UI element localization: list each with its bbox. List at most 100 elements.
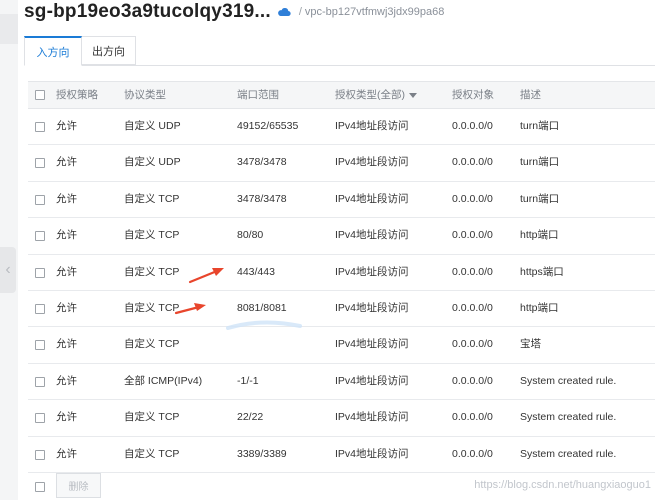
rule-port-range: 443/443: [237, 265, 275, 278]
table-body: 允许 自定义 UDP 49152/65535 IPv4地址段访问 0.0.0.0/0 tu…: [28, 109, 655, 473]
rule-auth-type: IPv4地址段访问: [335, 301, 409, 314]
rule-description: turn端口: [520, 156, 560, 169]
delete-label: 删除: [68, 482, 89, 493]
cloud-icon: [277, 8, 291, 17]
rule-port-range: -1/-1: [237, 374, 259, 387]
table-row: 允许 自定义 TCP 443/443 IPv4地址段访问 0.0.0.0/0 https端…: [28, 255, 655, 291]
rule-port-range: 22/22: [237, 411, 264, 424]
rule-policy: 允许: [56, 120, 77, 132]
rule-port-range: 80/80: [237, 229, 264, 242]
rule-description: http端口: [520, 229, 559, 242]
rule-auth-type: IPv4地址段访问: [335, 192, 409, 205]
rule-protocol: 自定义 UDP: [124, 120, 181, 132]
rules-table: 授权策略 协议类型 端口范围 授权类型(全部) 授权对象 描述 允许自定义 UD…: [28, 81, 655, 473]
row-checkbox[interactable]: [35, 340, 45, 351]
rule-auth-object: 0.0.0.0/0: [452, 301, 493, 314]
column-object: 授权对象: [452, 89, 494, 101]
rule-auth-type: IPv4地址段访问: [335, 229, 409, 242]
rule-policy: 允许: [56, 301, 77, 314]
row-checkbox[interactable]: [35, 158, 45, 169]
rule-auth-type: IPv4地址段访问: [335, 120, 409, 132]
table-row: 允许 自定义 TCP 22/22 IPv4地址段访问 0.0.0.0/0 System c…: [28, 400, 655, 437]
rule-auth-object: 0.0.0.0/0: [452, 229, 493, 242]
column-port: 端口范围: [237, 89, 279, 101]
tab-inbound[interactable]: 入方向: [24, 36, 82, 66]
rule-description: turn端口: [520, 120, 560, 132]
rule-protocol: 自定义 TCP: [124, 192, 180, 205]
table-row: 允许 自定义 TCP 8081/8081 IPv4地址段访问 0.0.0.0/0 http…: [28, 291, 655, 328]
rule-protocol: 自定义 TCP: [124, 229, 180, 242]
column-auth-type-filter[interactable]: 授权类型(全部): [335, 82, 417, 108]
rule-policy: 允许: [56, 156, 77, 169]
caret-down-icon: [409, 92, 417, 98]
vpc-separator: /: [298, 6, 302, 18]
column-protocol: 协议类型: [124, 89, 166, 101]
column-policy: 授权策略: [56, 89, 98, 101]
vpc-id: vpc-bp127vtfmwj3jdx99pa68: [304, 6, 445, 18]
row-checkbox[interactable]: [35, 267, 45, 278]
direction-tabs: 入方向 出方向: [24, 36, 655, 66]
rule-description: http端口: [520, 301, 559, 314]
watermark: https://blog.csdn.net/huangxiaoguo1: [474, 479, 651, 491]
rule-description: 宝塔: [520, 338, 541, 351]
rule-protocol: 自定义 TCP: [124, 265, 180, 278]
chevron-left-icon: ‹: [5, 261, 11, 278]
rule-policy: 允许: [56, 338, 77, 351]
rule-auth-type: IPv4地址段访问: [335, 374, 409, 387]
security-group-title: sg-bp19eo3a9tucolqy319...: [24, 1, 271, 22]
tab-label: 出方向: [92, 45, 125, 58]
rule-port-range: 3389/3389: [237, 447, 287, 460]
rule-auth-type: IPv4地址段访问: [335, 156, 409, 169]
rule-policy: 允许: [56, 229, 77, 242]
rule-description: System created rule.: [520, 374, 617, 387]
rule-auth-object: 0.0.0.0/0: [452, 411, 493, 424]
rule-protocol: 全部 ICMP(IPv4): [124, 374, 203, 387]
rule-protocol: 自定义 TCP: [124, 301, 180, 314]
row-checkbox[interactable]: [35, 449, 45, 460]
rule-auth-type: IPv4地址段访问: [335, 265, 409, 278]
column-description: 描述: [520, 89, 541, 101]
rule-port-range: 3478/3478: [237, 192, 287, 205]
row-checkbox[interactable]: [35, 122, 45, 132]
rule-auth-type: IPv4地址段访问: [335, 411, 409, 424]
rule-protocol: 自定义 TCP: [124, 411, 180, 424]
row-checkbox[interactable]: [35, 194, 45, 205]
rule-protocol: 自定义 UDP: [124, 156, 181, 169]
table-footer: 删除 https://blog.csdn.net/huangxiaoguo1: [28, 473, 655, 500]
rule-description: turn端口: [520, 192, 560, 205]
table-row: 允许 自定义 TCP IPv4地址段访问 0.0.0.0/0 宝塔: [28, 327, 655, 364]
tab-outbound[interactable]: 出方向: [82, 36, 136, 65]
rule-auth-object: 0.0.0.0/0: [452, 265, 493, 278]
table-row: 允许 自定义 TCP 3389/3389 IPv4地址段访问 0.0.0.0/0 Syst…: [28, 437, 655, 473]
rule-policy: 允许: [56, 411, 77, 424]
rule-description: System created rule.: [520, 447, 617, 460]
column-auth-type: 授权类型(全部): [335, 89, 405, 101]
row-checkbox[interactable]: [35, 303, 45, 314]
rule-protocol: 自定义 TCP: [124, 338, 180, 351]
row-checkbox[interactable]: [35, 231, 45, 242]
footer-select-all-checkbox[interactable]: [35, 482, 45, 492]
table-row: 允许 全部 ICMP(IPv4) -1/-1 IPv4地址段访问 0.0.0.0/0 Sy…: [28, 364, 655, 401]
rule-auth-object: 0.0.0.0/0: [452, 374, 493, 387]
rule-auth-type: IPv4地址段访问: [335, 338, 409, 351]
rule-description: https端口: [520, 265, 564, 278]
row-checkbox[interactable]: [35, 376, 45, 387]
table-header: 授权策略 协议类型 端口范围 授权类型(全部) 授权对象 描述: [28, 81, 655, 109]
collapse-handle[interactable]: ‹: [0, 247, 16, 293]
rule-auth-type: IPv4地址段访问: [335, 447, 409, 460]
table-row: 允许 自定义 UDP 49152/65535 IPv4地址段访问 0.0.0.0/0 tu…: [28, 109, 655, 146]
select-all-checkbox[interactable]: [35, 90, 45, 100]
rule-policy: 允许: [56, 192, 77, 205]
rule-protocol: 自定义 TCP: [124, 447, 180, 460]
rule-auth-object: 0.0.0.0/0: [452, 338, 493, 351]
rule-port-range: 49152/65535: [237, 120, 299, 132]
rule-auth-object: 0.0.0.0/0: [452, 192, 493, 205]
rule-description: System created rule.: [520, 411, 617, 424]
delete-button[interactable]: 删除: [56, 473, 101, 498]
tab-label: 入方向: [36, 46, 70, 59]
rule-port-range: 8081/8081: [237, 301, 287, 314]
rule-policy: 允许: [56, 374, 77, 387]
rule-port-range: 3478/3478: [237, 156, 287, 169]
row-checkbox[interactable]: [35, 413, 45, 424]
page-header: sg-bp19eo3a9tucolqy319... / vpc-bp127vtf…: [24, 0, 444, 24]
